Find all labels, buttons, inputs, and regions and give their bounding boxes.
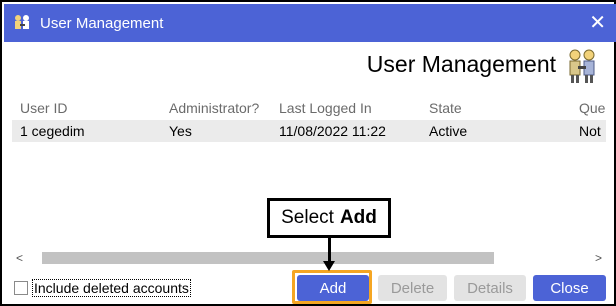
add-button[interactable]: Add <box>297 275 369 301</box>
close-button[interactable]: Close <box>533 275 606 301</box>
delete-button[interactable]: Delete <box>378 275 447 301</box>
user-management-window: User Management ✕ User Management User I… <box>0 0 616 306</box>
checkbox-box[interactable] <box>14 281 28 295</box>
callout-prefix: Select <box>281 207 334 228</box>
table-header: User ID Administrator? Last Logged In St… <box>12 100 606 118</box>
page-title: User Management <box>366 51 556 77</box>
cell-administrator: Yes <box>169 123 192 139</box>
column-header-queue[interactable]: Que <box>579 100 605 116</box>
cell-queue: Not <box>579 123 601 139</box>
horizontal-scrollbar[interactable]: < > <box>12 250 606 266</box>
cell-last-logged-in: 11/08/2022 11:22 <box>279 123 386 139</box>
include-deleted-checkbox[interactable]: Include deleted accounts <box>14 279 191 297</box>
title-bar[interactable]: User Management ✕ <box>4 4 616 42</box>
users-keys-icon <box>12 12 34 34</box>
arrow-down-icon <box>323 261 335 271</box>
cell-state: Active <box>429 123 468 139</box>
instruction-callout: Select Add <box>267 198 391 238</box>
details-button[interactable]: Details <box>454 275 526 301</box>
chevron-right-icon[interactable]: > <box>595 250 602 266</box>
table-row[interactable]: 1 cegedim Yes 11/08/2022 11:22 Active No… <box>12 120 606 142</box>
chevron-left-icon[interactable]: < <box>16 250 23 266</box>
include-deleted-label: Include deleted accounts <box>32 279 191 297</box>
cell-user-id: 1 cegedim <box>20 123 85 139</box>
scrollbar-thumb[interactable] <box>42 252 494 264</box>
column-header-last-logged-in[interactable]: Last Logged In <box>279 100 372 116</box>
users-keys-icon <box>564 46 600 86</box>
callout-emphasis: Add <box>339 207 377 228</box>
close-icon[interactable]: ✕ <box>589 11 606 33</box>
column-header-administrator[interactable]: Administrator? <box>169 100 259 116</box>
column-header-user-id[interactable]: User ID <box>20 100 67 116</box>
column-header-state[interactable]: State <box>429 100 462 116</box>
window-title: User Management <box>40 14 164 32</box>
